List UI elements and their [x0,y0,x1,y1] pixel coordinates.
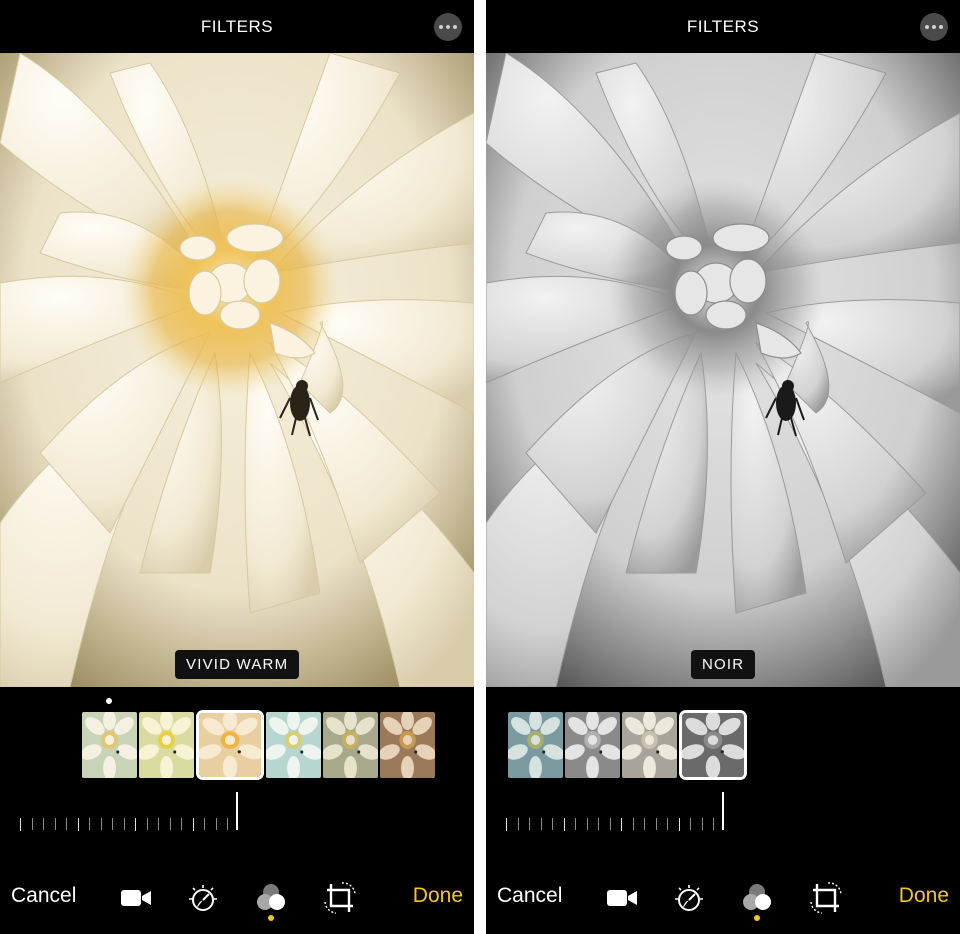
slider-tick [100,818,102,830]
adjust-dial-icon[interactable] [185,880,221,916]
photo-preview[interactable] [0,53,474,687]
slider-tick [43,818,44,830]
slider-tick [575,818,576,830]
filter-name-label: NOIR [691,650,756,679]
filter-thumbnail-dramatic-cool[interactable] [508,712,563,778]
slider-tick [158,818,159,830]
original-indicator-dot [106,698,112,704]
slider-tick [690,818,691,830]
intensity-slider[interactable] [504,792,726,832]
slider-tick [621,818,622,831]
filter-name-label: VIVID WARM [175,650,300,679]
slider-tick [517,818,519,830]
adjust-dial-icon[interactable] [671,880,707,916]
slider-tick [552,818,553,830]
filter-thumbnail-noir[interactable] [679,710,747,780]
edit-toolbar: Cancel Done [0,876,474,926]
cancel-button[interactable]: Cancel [11,884,76,908]
slider-tick [540,818,542,830]
slider-tick [192,818,194,831]
slider-tick [66,818,67,830]
filter-thumbnail-vivid-cool[interactable] [266,712,321,778]
slider-tick [563,818,565,831]
filter-thumbnail-silvertone[interactable] [622,712,677,778]
slider-tick [123,818,125,830]
filters-icon[interactable] [253,880,289,916]
filter-thumbnail-strip[interactable] [82,710,435,780]
slider-tick [586,818,588,830]
filter-thumbnail-strip[interactable] [508,710,747,780]
slider-tick [506,818,507,831]
slider-tick [227,818,228,830]
slider-tick [598,818,599,830]
edit-toolbar: Cancel Done [486,876,960,926]
flower-photo [0,53,474,687]
video-camera-icon[interactable] [118,880,154,916]
slider-tick [701,818,703,830]
filter-thumbnail-dramatic[interactable] [323,712,378,778]
active-tool-indicator [754,915,760,921]
slider-tick [713,818,714,830]
screen-title: FILTERS [686,17,760,36]
slider-tick [644,818,645,830]
done-button[interactable]: Done [899,884,949,908]
slider-needle[interactable] [722,792,724,830]
slider-tick [77,818,79,831]
slider-tick [667,818,668,830]
cancel-button[interactable]: Cancel [497,884,562,908]
slider-tick [112,818,113,830]
flower-photo [486,53,960,687]
screen-title: FILTERS [200,17,274,36]
filter-thumbnail-dramatic-warm[interactable] [380,712,435,778]
slider-tick [31,818,33,830]
slider-tick [181,818,182,830]
nav-bar: FILTERS [0,0,474,53]
filter-thumbnail-vivid-warm[interactable] [196,710,264,780]
slider-tick [146,818,148,830]
crop-rotate-icon[interactable] [322,880,358,916]
slider-tick [632,818,634,830]
slider-tick [655,818,657,830]
crop-rotate-icon[interactable] [808,880,844,916]
more-icon[interactable] [920,13,948,41]
filters-screen-vivid-warm: FILTERS VIVID WARM Cancel Done [0,0,474,934]
slider-tick [20,818,21,831]
slider-tick [89,818,90,830]
done-button[interactable]: Done [413,884,463,908]
slider-tick [215,818,217,830]
filters-screen-noir: FILTERS NOIR Cancel Done [486,0,960,934]
slider-tick [135,818,136,831]
filter-thumbnail-original[interactable] [82,712,137,778]
more-icon[interactable] [434,13,462,41]
slider-tick [169,818,171,830]
slider-tick [609,818,611,830]
filter-thumbnail-mono[interactable] [565,712,620,778]
active-tool-indicator [268,915,274,921]
slider-tick [529,818,530,830]
nav-bar: FILTERS [486,0,960,53]
photo-preview[interactable] [486,53,960,687]
slider-tick [678,818,680,831]
filter-thumbnail-vivid[interactable] [139,712,194,778]
filters-icon[interactable] [739,880,775,916]
slider-needle[interactable] [236,792,238,830]
intensity-slider[interactable] [18,792,240,832]
video-camera-icon[interactable] [604,880,640,916]
slider-tick [204,818,205,830]
slider-tick [54,818,56,830]
